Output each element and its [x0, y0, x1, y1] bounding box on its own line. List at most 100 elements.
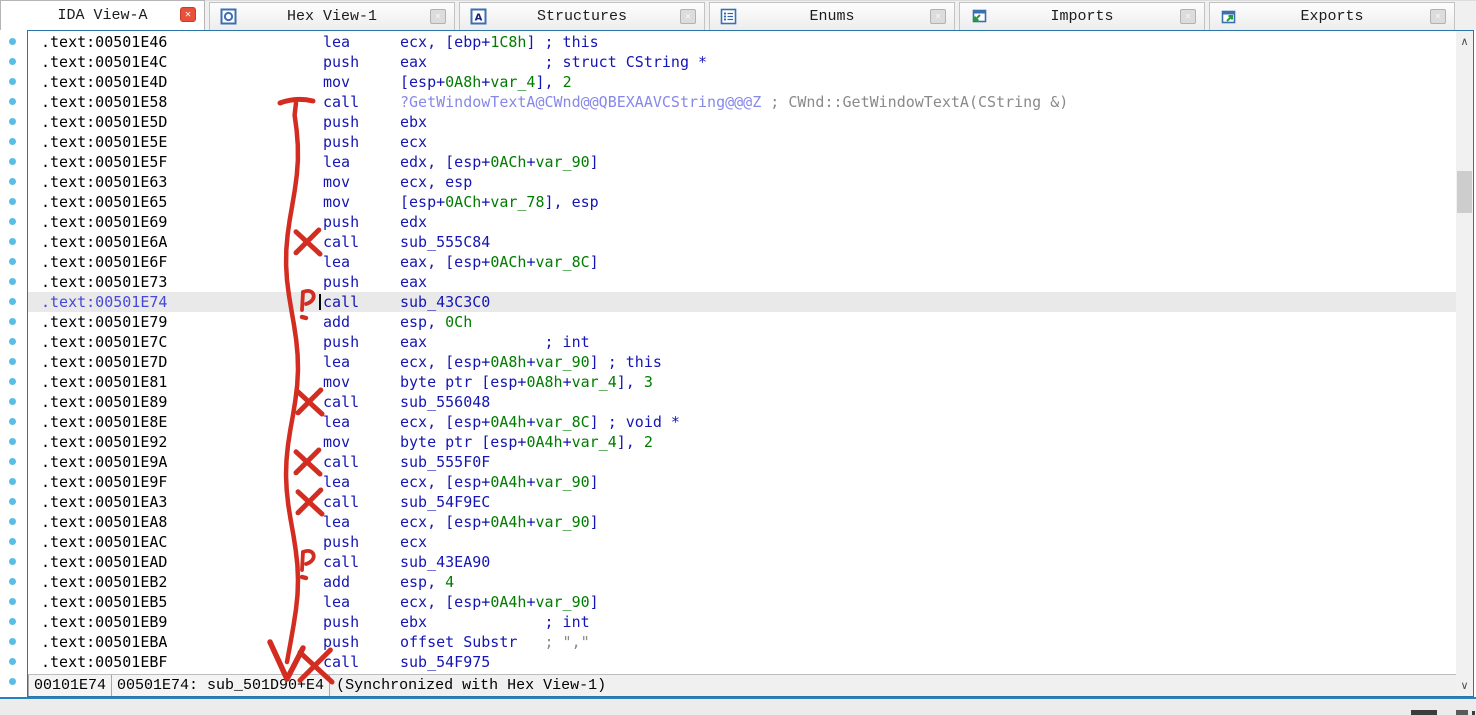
tab-exports[interactable]: Exports✕: [1209, 2, 1455, 30]
number-token: 0A8h: [445, 73, 481, 91]
listing-row[interactable]: .text:00501E6Acallsub_555C84: [28, 232, 1456, 252]
row-address: .text:00501EAD: [28, 552, 323, 572]
listing-row[interactable]: .text:00501E9Acallsub_555F0F: [28, 452, 1456, 472]
number-token: 0A4h: [490, 413, 526, 431]
tab-hex-view-1[interactable]: Hex View-1 ✕: [209, 2, 455, 30]
listing-row[interactable]: .text:00501E69pushedx: [28, 212, 1456, 232]
tab-close-icon[interactable]: ✕: [1430, 9, 1446, 24]
scroll-up-icon[interactable]: ∧: [1456, 33, 1473, 50]
row-address: .text:00501E7D: [28, 352, 323, 372]
enums-icon: [720, 8, 737, 25]
listing-row[interactable]: .text:00501EB2addesp, 4: [28, 572, 1456, 592]
listing-row[interactable]: .text:00501E63movecx, esp: [28, 172, 1456, 192]
tab-close-icon[interactable]: ✕: [430, 9, 446, 24]
code-token: ebx: [400, 113, 427, 131]
listing-row[interactable]: .text:00501E7Cpusheax ; int: [28, 332, 1456, 352]
row-address: .text:00501E8E: [28, 412, 323, 432]
listing-row[interactable]: .text:00501EB5leaecx, [esp+0A4h+var_90]: [28, 592, 1456, 612]
row-address: .text:00501E5E: [28, 132, 323, 152]
row-mnemonic: add: [323, 312, 400, 332]
listing-row[interactable]: .text:00501EBApushoffset Substr ; ",": [28, 632, 1456, 652]
listing-row[interactable]: .text:00501E89callsub_556048: [28, 392, 1456, 412]
gutter-dot-icon: [9, 278, 16, 285]
tab-close-icon[interactable]: ✕: [1180, 9, 1196, 24]
listing-row[interactable]: .text:00501E79addesp, 0Ch: [28, 312, 1456, 332]
gutter-dot-icon: [9, 178, 16, 185]
code-token: [517, 633, 544, 651]
listing-row[interactable]: .text:00501E5Dpushebx: [28, 112, 1456, 132]
row-mnemonic: lea: [323, 592, 400, 612]
listing-row[interactable]: .text:00501EA3callsub_54F9EC: [28, 492, 1456, 512]
code-token: ecx, [esp+: [400, 473, 490, 491]
listing-row[interactable]: .text:00501EACpushecx: [28, 532, 1456, 552]
code-token: ecx: [400, 533, 427, 551]
listing-row[interactable]: .text:00501E74callsub_43C3C0: [28, 292, 1456, 312]
listing-row[interactable]: .text:00501E4Cpusheax ; struct CString *: [28, 52, 1456, 72]
code-token: ]: [590, 153, 599, 171]
listing-row[interactable]: .text:00501EADcallsub_43EA90: [28, 552, 1456, 572]
disassembly-listing[interactable]: .text:00501E46leaecx, [ebp+1C8h] ; this.…: [28, 31, 1456, 674]
tab-label: IDA View-A: [57, 7, 147, 24]
tab-structures[interactable]: AStructures✕: [459, 2, 705, 30]
row-operands: [esp+0ACh+var_78], esp: [400, 192, 599, 212]
row-address: .text:00501E6A: [28, 232, 323, 252]
code-token: ],: [617, 433, 644, 451]
listing-row[interactable]: .text:00501EB9pushebx ; int: [28, 612, 1456, 632]
tab-imports[interactable]: Imports✕: [959, 2, 1205, 30]
row-address: .text:00501E7C: [28, 332, 323, 352]
tab-close-icon[interactable]: ✕: [930, 9, 946, 24]
hex-view-icon: [220, 8, 237, 25]
code-token: ecx, [esp+: [400, 513, 490, 531]
code-token: sub_43EA90: [400, 553, 490, 571]
tab-enums[interactable]: Enums✕: [709, 2, 955, 30]
vertical-scrollbar[interactable]: ∧ ∨: [1456, 31, 1473, 696]
listing-row[interactable]: .text:00501E65mov[esp+0ACh+var_78], esp: [28, 192, 1456, 212]
row-operands: sub_555C84: [400, 232, 490, 252]
tab-close-icon[interactable]: ✕: [180, 7, 196, 22]
code-token: ; this: [535, 33, 598, 51]
tab-label: Structures: [537, 8, 627, 25]
row-operands: byte ptr [esp+0A4h+var_4], 2: [400, 432, 653, 452]
row-operands: ecx, [esp+0A8h+var_90] ; this: [400, 352, 662, 372]
listing-row[interactable]: .text:00501E9Fleaecx, [esp+0A4h+var_90]: [28, 472, 1456, 492]
tab-ida-view-a[interactable]: IDA View-A ✕: [0, 0, 205, 30]
listing-row[interactable]: .text:00501E7Dleaecx, [esp+0A8h+var_90] …: [28, 352, 1456, 372]
gutter-dot-icon: [9, 398, 16, 405]
row-mnemonic: lea: [323, 412, 400, 432]
scroll-down-icon[interactable]: ∨: [1456, 677, 1473, 694]
taskbar-fragment: [1472, 711, 1475, 715]
listing-row[interactable]: .text:00501EA8leaecx, [esp+0A4h+var_90]: [28, 512, 1456, 532]
row-mnemonic: lea: [323, 352, 400, 372]
listing-row[interactable]: .text:00501E5Epushecx: [28, 132, 1456, 152]
number-token: 0ACh: [490, 253, 526, 271]
code-token: byte ptr [esp+: [400, 373, 526, 391]
gutter-dot-icon: [9, 38, 16, 45]
code-token: ]: [590, 513, 599, 531]
code-token: edx, [esp+: [400, 153, 490, 171]
row-mnemonic: call: [323, 232, 400, 252]
row-address: .text:00501E5D: [28, 112, 323, 132]
row-mnemonic: call: [323, 652, 400, 672]
listing-row[interactable]: .text:00501E81movbyte ptr [esp+0A8h+var_…: [28, 372, 1456, 392]
row-address: .text:00501E4D: [28, 72, 323, 92]
scrollbar-thumb[interactable]: [1457, 171, 1472, 213]
code-token: sub_54F975: [400, 653, 490, 671]
row-mnemonic: push: [323, 332, 400, 352]
exports-icon: [1220, 8, 1237, 25]
listing-row[interactable]: .text:00501E73pusheax: [28, 272, 1456, 292]
listing-row[interactable]: .text:00501E92movbyte ptr [esp+0A4h+var_…: [28, 432, 1456, 452]
listing-row[interactable]: .text:00501E46leaecx, [ebp+1C8h] ; this: [28, 32, 1456, 52]
row-operands: edx, [esp+0ACh+var_90]: [400, 152, 599, 172]
listing-row[interactable]: .text:00501E5Fleaedx, [esp+0ACh+var_90]: [28, 152, 1456, 172]
gutter-dot-icon: [9, 238, 16, 245]
listing-row[interactable]: .text:00501E4Dmov[esp+0A8h+var_4], 2: [28, 72, 1456, 92]
listing-row[interactable]: .text:00501E8Eleaecx, [esp+0A4h+var_8C] …: [28, 412, 1456, 432]
tab-label: Hex View-1: [287, 8, 377, 25]
gutter-dot-icon: [9, 338, 16, 345]
listing-row[interactable]: .text:00501E6Fleaeax, [esp+0ACh+var_8C]: [28, 252, 1456, 272]
number-token: 1C8h: [490, 33, 526, 51]
tab-close-icon[interactable]: ✕: [680, 9, 696, 24]
listing-row[interactable]: .text:00501E58call?GetWindowTextA@CWnd@@…: [28, 92, 1456, 112]
listing-row[interactable]: .text:00501EBFcallsub_54F975: [28, 652, 1456, 672]
row-mnemonic: call: [323, 392, 400, 412]
